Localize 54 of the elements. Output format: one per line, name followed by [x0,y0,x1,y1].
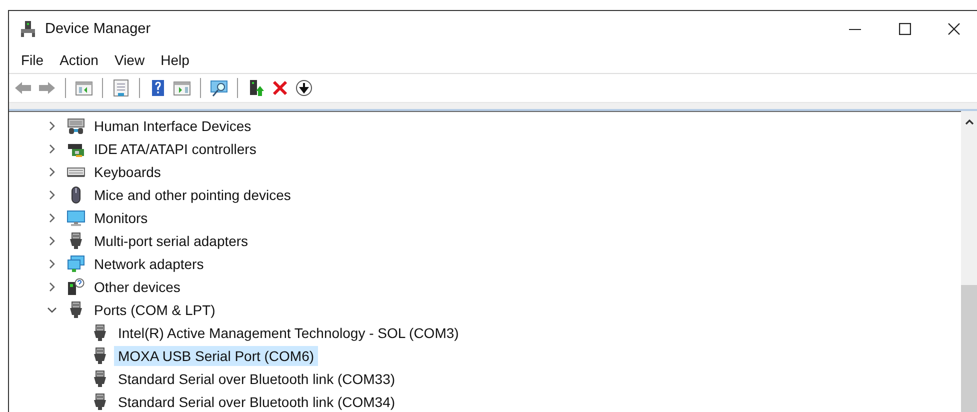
serial-connector-icon [91,346,109,364]
collapse-chevron-icon[interactable] [47,304,57,314]
tree-item[interactable]: Standard Serial over Bluetooth link (COM33) [114,368,400,388]
keyboard-icon [67,116,85,134]
expand-chevron-icon[interactable] [47,282,57,292]
expand-chevron-icon[interactable] [47,120,57,130]
tree-item[interactable]: Keyboards [90,162,165,182]
expand-chevron-icon[interactable] [47,166,57,176]
expand-chevron-icon[interactable] [47,258,57,268]
help-icon [149,79,167,97]
delete-icon [271,79,289,97]
window-title: Device Manager [45,21,151,37]
expand-chevron-icon[interactable] [47,190,57,200]
tree-item[interactable]: Intel(R) Active Management Technology - SOL (COM3) [114,322,463,342]
download-circle-icon [295,79,313,97]
close-icon [948,23,960,35]
serial-connector-icon [91,392,109,410]
serial-connector-icon [91,324,109,342]
expand-chevron-icon[interactable] [47,236,57,246]
expand-chevron-icon[interactable] [47,144,57,154]
download-circle-button[interactable] [293,77,315,99]
device-manager-icon [19,20,37,38]
tree-item[interactable]: Human Interface Devices [90,116,256,136]
menu-item[interactable]: Help [152,50,198,70]
tree-item[interactable]: Mice and other pointing devices [90,184,295,204]
menu-item[interactable]: Action [52,50,106,70]
network-computers-icon [67,254,85,272]
menu-item[interactable]: File [13,50,52,70]
tree-item[interactable]: IDE ATA/ATAPI controllers [90,138,260,158]
driver-update-icon [247,79,265,97]
tree-item[interactable]: Monitors [90,208,152,228]
properties-icon [112,79,130,97]
tree-item[interactable]: Ports (COM & LPT) [90,300,220,320]
serial-connector-icon [67,232,85,250]
forward-arrow-icon [38,79,56,97]
scrollbar-thumb[interactable] [961,285,977,412]
tree-item[interactable]: Network adapters [90,254,208,274]
tree-item[interactable]: Standard Serial over Bluetooth link (COM34) [114,392,400,412]
scroll-up-icon[interactable] [964,119,974,125]
panel-icon [75,79,93,97]
scrollbar[interactable] [961,109,977,412]
menu-item[interactable]: View [106,50,153,70]
unknown-device-icon [67,278,85,296]
monitor-search-icon [210,79,228,97]
monitor-icon [67,208,85,226]
expand-chevron-icon[interactable] [47,212,57,222]
panel-icon [173,79,191,97]
serial-connector-icon [91,370,109,388]
tree-item[interactable]: MOXA USB Serial Port (COM6) [114,346,318,366]
maximize-icon [899,23,911,35]
tree-item[interactable]: Other devices [90,276,184,296]
tree-item[interactable]: Multi-port serial adapters [90,230,252,250]
serial-connector-icon [67,300,85,318]
back-arrow-icon [14,79,32,97]
